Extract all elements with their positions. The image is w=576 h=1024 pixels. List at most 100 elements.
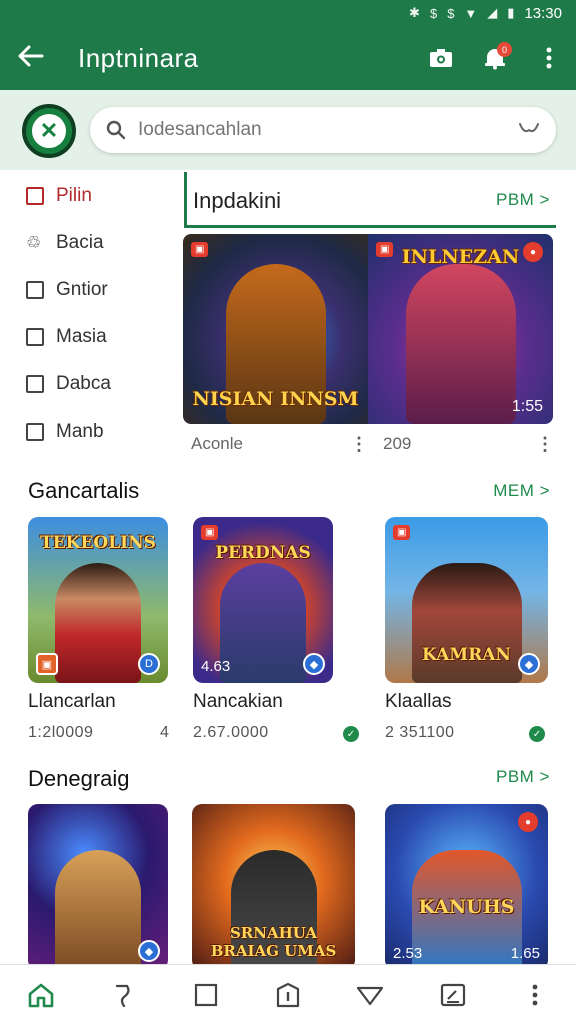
banner-tile[interactable]: ▣ NISIAN INNSM: [183, 234, 368, 424]
group-icon: ♲: [26, 233, 42, 252]
sidebar-item-label: Pilin: [56, 185, 92, 206]
notifications-button[interactable]: 0: [468, 38, 522, 78]
character-art: [411, 563, 522, 683]
card-count: 4: [160, 724, 170, 741]
card-number: 2.53: [393, 945, 423, 962]
more-vert-icon[interactable]: ⋮: [536, 434, 554, 455]
more-vert-icon: [546, 47, 552, 69]
featured-banner[interactable]: ▣ NISIAN INNSM ▣ ● INLNEZAN 1:55: [183, 234, 553, 424]
verified-icon: ✓: [529, 726, 545, 742]
section-title: Gancartalis: [28, 478, 140, 503]
featured-title: Inpdakini: [193, 188, 282, 213]
tag-icon: ▣: [36, 653, 58, 675]
sidebar-item[interactable]: Dabca: [26, 368, 111, 400]
character-art: [55, 850, 141, 970]
tag-icon: ▣: [191, 242, 209, 257]
wifi-icon: ▼: [464, 5, 478, 21]
card-title[interactable]: Llancarlan: [28, 691, 116, 713]
sidebar-item[interactable]: Manb: [26, 416, 104, 448]
voice-icon[interactable]: [518, 120, 540, 141]
app-badge-icon: ◆: [303, 653, 325, 675]
card-title[interactable]: Klaallas: [385, 691, 452, 713]
status-time: 13:30: [524, 4, 562, 22]
checkbox-icon[interactable]: [26, 187, 44, 205]
game-card[interactable]: ◆: [28, 804, 168, 970]
banner-number: 1:55: [511, 398, 543, 415]
character-art: [405, 264, 516, 424]
checkbox-icon[interactable]: [26, 281, 44, 299]
card-subtitle: 2.67.0000: [193, 724, 269, 741]
info-icon[interactable]: [266, 973, 310, 1017]
dollar-icon: $: [429, 5, 438, 21]
app-bar: Inptninara 0: [0, 26, 576, 90]
game-card[interactable]: SRNAHUA BRAIAG UMAS: [192, 804, 355, 970]
card-subtitle: 2 351100: [385, 724, 455, 741]
camera-icon: [430, 49, 452, 67]
banner-meta: 209: [383, 434, 412, 453]
search-band: ✕: [0, 90, 576, 170]
triangle-icon[interactable]: [348, 973, 392, 1017]
game-card[interactable]: ▣ KAMRAN ◆: [385, 517, 548, 683]
character-art: [220, 563, 306, 683]
page-title: Inptninara: [78, 42, 199, 73]
featured-header: Inpdakini PBM >: [184, 172, 556, 228]
game-card[interactable]: TEKEOLINS ▣ D: [28, 517, 168, 683]
card-art-text: SRNAHUA BRAIAG UMAS: [210, 924, 337, 960]
app-badge-icon: ◆: [518, 653, 540, 675]
status-bar: ✱ $ $ ▼ ◢ ▮ 13:30: [0, 0, 576, 26]
search-bar[interactable]: [90, 107, 556, 153]
character-art: [55, 563, 141, 683]
edit-box-icon[interactable]: [431, 973, 475, 1017]
app-logo: ✕: [22, 104, 76, 158]
bluetooth-icon: ✱: [409, 5, 420, 20]
game-card[interactable]: ▣ PERDNAS 4.63 ◆: [193, 517, 333, 683]
dollar-icon: $: [447, 5, 455, 21]
section-title: Denegraig: [28, 766, 130, 791]
search-input[interactable]: [138, 119, 518, 141]
sidebar-item[interactable]: Pilin: [26, 180, 92, 212]
featured-more-link[interactable]: PBM >: [496, 190, 550, 210]
sidebar-item-label: Bacia: [56, 232, 104, 253]
logo-mark-icon: ✕: [32, 114, 66, 148]
more-vert-icon[interactable]: ⋮: [350, 434, 368, 455]
banner-meta: Aconle: [191, 434, 243, 453]
sidebar-item-label: Manb: [56, 421, 104, 442]
more-vert-icon[interactable]: [513, 973, 557, 1017]
sidebar-item[interactable]: Masia: [26, 321, 107, 353]
card-art-text: PERDNAS: [215, 543, 311, 563]
sidebar-item-label: Dabca: [56, 373, 111, 394]
checkbox-icon[interactable]: [26, 423, 44, 441]
undo-icon[interactable]: [101, 973, 145, 1017]
sidebar-item-label: Masia: [56, 326, 107, 347]
checkbox-icon[interactable]: [26, 328, 44, 346]
overflow-menu-button[interactable]: [522, 38, 576, 78]
notification-badge: 0: [497, 42, 512, 57]
sidebar-item[interactable]: ♲ Bacia: [26, 227, 104, 259]
app-badge-icon: ◆: [138, 940, 160, 962]
camera-button[interactable]: [414, 38, 468, 78]
verified-icon: ✓: [343, 726, 359, 742]
card-title[interactable]: Nancakian: [193, 691, 283, 713]
search-icon: [106, 120, 126, 140]
back-arrow-icon[interactable]: [18, 44, 58, 72]
category-sidebar: Pilin ♲ Bacia Gntior Masia Dabca Manb: [0, 170, 180, 460]
sidebar-item[interactable]: Gntior: [26, 274, 108, 306]
sidebar-item-label: Gntior: [56, 279, 108, 300]
section-more-link[interactable]: PBM >: [496, 767, 550, 787]
card-art-text: TEKEOLINS: [40, 533, 156, 553]
banner-tile[interactable]: ▣ ● INLNEZAN 1:55: [368, 234, 553, 424]
card-art-text: KANUHS: [418, 896, 515, 918]
banner-art-text: INLNEZAN: [401, 246, 520, 268]
checkbox-icon[interactable]: [26, 375, 44, 393]
card-number: 1.65: [510, 945, 540, 962]
bottom-navigation: [0, 964, 576, 1024]
game-card[interactable]: ● KANUHS 2.53 1.65: [385, 804, 548, 970]
square-icon[interactable]: [184, 973, 228, 1017]
card-number: 4.63: [201, 658, 231, 675]
battery-icon: ▮: [507, 5, 515, 20]
app-badge-icon: D: [138, 653, 160, 675]
section-more-link[interactable]: MEM >: [493, 481, 550, 501]
home-icon[interactable]: [19, 973, 63, 1017]
tag-icon: ▣: [201, 525, 219, 540]
card-subtitle: 1:2l0009: [28, 724, 94, 741]
